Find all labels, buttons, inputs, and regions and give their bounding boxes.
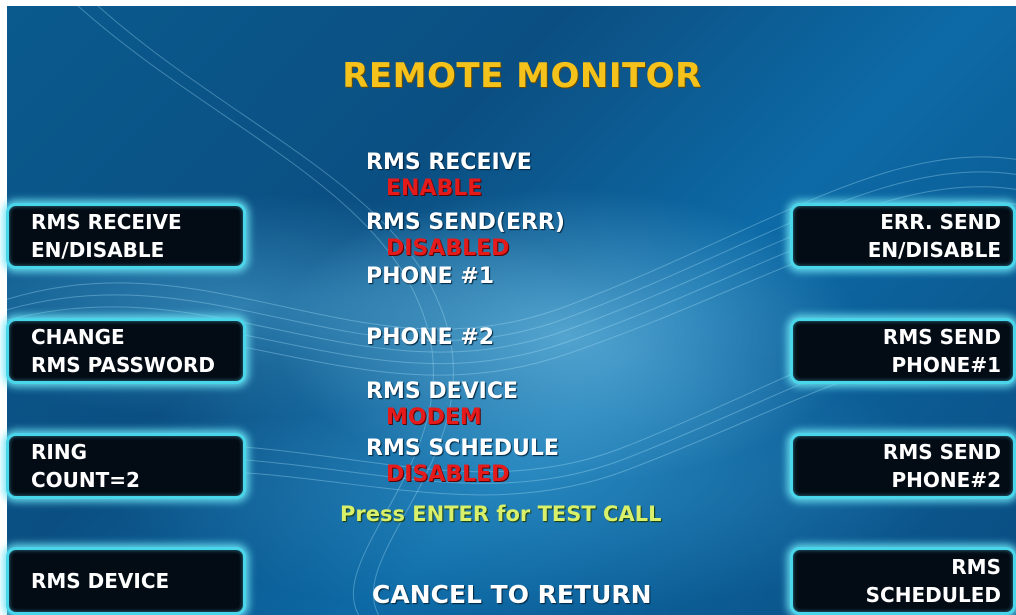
button-label-line2: RMS PASSWORD <box>31 353 215 377</box>
button-label-line1: RMS <box>951 555 1001 579</box>
button-label-line1: RING <box>31 440 87 464</box>
err-send-toggle-button[interactable]: ERR. SEND EN/DISABLE <box>790 203 1016 269</box>
change-rms-password-button[interactable]: CHANGE RMS PASSWORD <box>6 318 246 384</box>
rms-receive-label: RMS RECEIVE <box>366 150 532 175</box>
rms-send-err-value: DISABLED <box>386 236 510 261</box>
rms-device-label: RMS DEVICE <box>366 379 519 404</box>
rms-send-phone2-button[interactable]: RMS SEND PHONE#2 <box>790 433 1016 499</box>
rms-schedule-label: RMS SCHEDULE <box>366 436 559 461</box>
rms-send-phone1-button[interactable]: RMS SEND PHONE#1 <box>790 318 1016 384</box>
button-label-line1: CHANGE <box>31 325 125 349</box>
button-label-line2: EN/DISABLE <box>867 238 1001 262</box>
button-label-line1: RMS SEND <box>882 440 1001 464</box>
rms-device-value: MODEM <box>386 405 482 430</box>
button-label-line1: RMS DEVICE <box>31 569 170 593</box>
rms-receive-value: ENABLE <box>386 176 483 201</box>
button-label-line2: EN/DISABLE <box>31 238 165 262</box>
rms-send-err-label: RMS SEND(ERR) <box>366 210 565 235</box>
button-label-line1: RMS SEND <box>882 325 1001 349</box>
rms-scheduled-button[interactable]: RMS SCHEDULED <box>790 547 1016 615</box>
button-label-line2: SCHEDULED <box>865 583 1001 607</box>
page-title: REMOTE MONITOR <box>342 56 702 96</box>
test-call-hint: Press ENTER for TEST CALL <box>340 502 662 526</box>
rms-receive-toggle-button[interactable]: RMS RECEIVE EN/DISABLE <box>6 203 246 269</box>
rms-schedule-value: DISABLED <box>386 462 510 487</box>
cancel-instruction: CANCEL TO RETURN <box>372 580 652 609</box>
button-label-line2: PHONE#1 <box>891 353 1001 377</box>
button-label-line1: ERR. SEND <box>880 210 1001 234</box>
phone2-label: PHONE #2 <box>366 325 495 350</box>
button-label-line2: COUNT=2 <box>31 468 140 492</box>
button-label-line2: PHONE#2 <box>891 468 1001 492</box>
ring-count-button[interactable]: RING COUNT=2 <box>6 433 246 499</box>
rms-device-button[interactable]: RMS DEVICE <box>6 547 246 615</box>
button-label-line1: RMS RECEIVE <box>31 210 182 234</box>
phone1-label: PHONE #1 <box>366 264 495 289</box>
